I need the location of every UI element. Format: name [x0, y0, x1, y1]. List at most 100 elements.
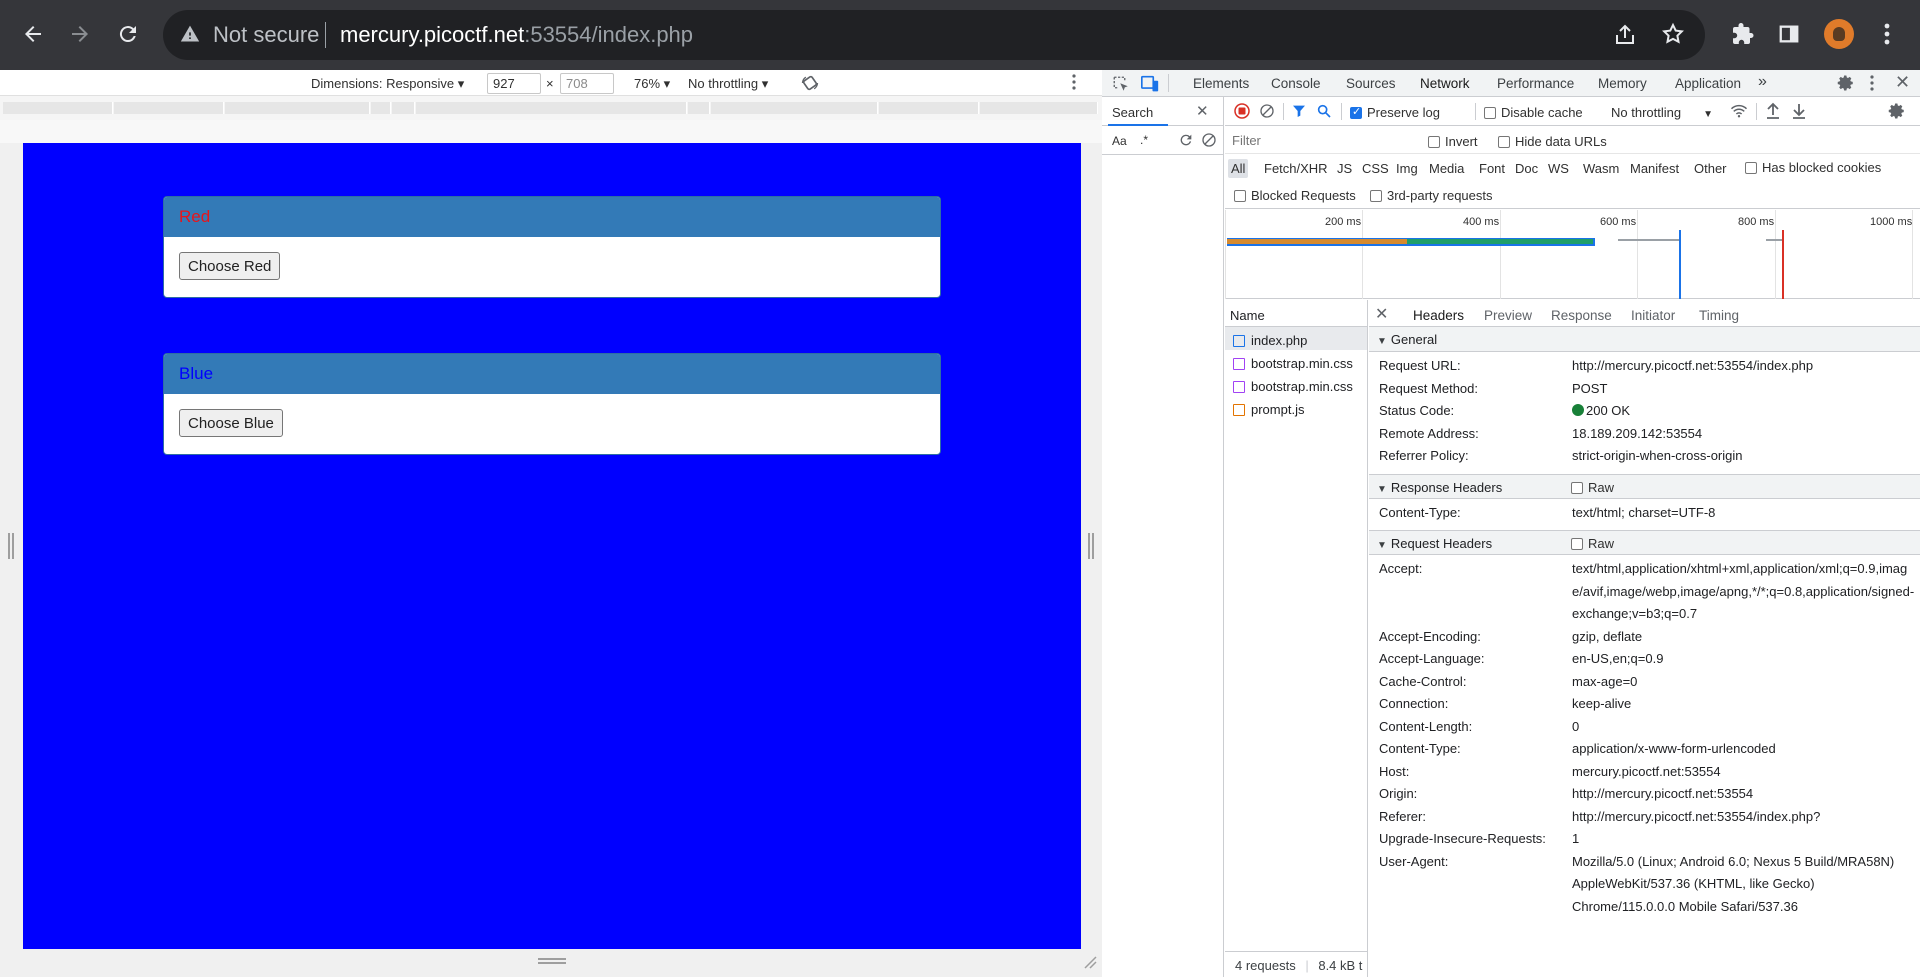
corner-resize-handle[interactable] [1083, 955, 1097, 969]
third-party-checkbox[interactable]: 3rd-party requests [1370, 188, 1493, 203]
has-blocked-cookies-checkbox[interactable]: Has blocked cookies [1745, 160, 1881, 175]
preserve-log-checkbox[interactable]: Preserve log [1350, 105, 1440, 120]
request-row[interactable]: index.php [1225, 327, 1367, 350]
menu-kebab-icon[interactable] [1870, 17, 1904, 51]
dimensions-select[interactable]: Dimensions: Responsive ▾ [311, 76, 464, 92]
tab-performance[interactable]: Performance [1497, 76, 1574, 91]
network-toolbar: Preserve log Disable cache No throttling… [1225, 97, 1920, 126]
request-row[interactable]: bootstrap.min.css [1225, 350, 1367, 373]
close-search-icon[interactable]: ✕ [1196, 102, 1209, 120]
response-raw-checkbox[interactable]: Raw [1571, 480, 1614, 495]
tab-headers[interactable]: Headers [1406, 308, 1471, 330]
tick-label: 800 ms [1738, 216, 1775, 228]
warning-triangle-icon[interactable] [180, 24, 200, 47]
request-headers-section-header[interactable]: ▼ Request Headers Raw [1369, 530, 1920, 555]
side-panel-icon[interactable] [1772, 17, 1806, 51]
tab-timing[interactable]: Timing [1699, 308, 1739, 323]
address-bar[interactable]: Not secure mercury.picoctf.net:53554/ind… [163, 10, 1705, 60]
clear-log-icon[interactable] [1259, 103, 1275, 122]
match-case-icon[interactable]: Aa [1112, 134, 1127, 148]
refresh-search-icon[interactable] [1178, 132, 1194, 151]
tab-application[interactable]: Application [1675, 76, 1741, 91]
record-stop-icon[interactable] [1234, 103, 1250, 122]
type-doc[interactable]: Doc [1515, 161, 1538, 176]
request-row[interactable]: bootstrap.min.css [1225, 373, 1367, 396]
network-throttling-select[interactable]: No throttling ▼ [1611, 105, 1713, 120]
width-input[interactable] [487, 73, 541, 94]
type-js[interactable]: JS [1337, 161, 1352, 176]
avatar[interactable] [1822, 17, 1856, 51]
rotate-icon[interactable] [800, 73, 820, 96]
blocked-requests-checkbox[interactable]: Blocked Requests [1234, 188, 1356, 203]
type-wasm[interactable]: Wasm [1583, 161, 1619, 176]
more-tabs-chevron-icon[interactable]: » [1758, 73, 1767, 91]
bookmark-star-icon[interactable] [1661, 22, 1685, 49]
tab-elements[interactable]: Elements [1193, 76, 1249, 91]
tab-sources[interactable]: Sources [1346, 76, 1396, 91]
filter-funnel-icon[interactable] [1291, 103, 1307, 122]
header-row: Host: mercury.picoctf.net:53554 [1379, 763, 1721, 779]
type-css[interactable]: CSS [1362, 161, 1389, 176]
bottom-resize-handle[interactable] [538, 958, 566, 964]
type-other[interactable]: Other [1694, 161, 1727, 176]
share-icon[interactable] [1613, 23, 1637, 50]
close-details-icon[interactable]: ✕ [1375, 304, 1388, 324]
tab-initiator[interactable]: Initiator [1631, 308, 1675, 323]
response-headers-section-header[interactable]: ▼ Response Headers Raw [1369, 473, 1920, 499]
status-bar: 4 requests | 8.4 kB t [1225, 951, 1368, 977]
type-manifest[interactable]: Manifest [1630, 161, 1679, 176]
type-fetch-xhr[interactable]: Fetch/XHR [1264, 161, 1328, 176]
device-menu-kebab-icon[interactable] [1072, 74, 1076, 93]
network-overview-timeline[interactable]: 200 ms 400 ms 600 ms 800 ms 1000 ms [1225, 210, 1920, 299]
devtools-menu-kebab-icon[interactable] [1870, 75, 1874, 94]
import-har-icon[interactable] [1765, 102, 1781, 123]
left-resize-handle[interactable] [8, 533, 14, 559]
back-arrow-icon[interactable] [16, 17, 50, 51]
filter-input[interactable] [1230, 131, 1410, 150]
clear-search-icon[interactable] [1201, 132, 1217, 151]
settings-gear-icon[interactable] [1837, 74, 1855, 95]
general-section-header[interactable]: ▼ General [1369, 327, 1920, 352]
throttling-select[interactable]: No throttling ▾ [688, 76, 768, 92]
header-row: Content-Type: text/html; charset=UTF-8 [1379, 504, 1716, 520]
search-icon[interactable] [1316, 103, 1332, 122]
url-text[interactable]: mercury.picoctf.net:53554/index.php [340, 22, 693, 48]
choose-red-button[interactable]: Choose Red [179, 252, 281, 280]
tick-label: 200 ms [1325, 216, 1362, 228]
reload-icon[interactable] [111, 17, 145, 51]
zoom-select[interactable]: 76% ▾ [634, 76, 670, 92]
choose-blue-button[interactable]: Choose Blue [179, 409, 283, 437]
request-row[interactable]: prompt.js [1225, 396, 1367, 419]
tab-memory[interactable]: Memory [1598, 76, 1647, 91]
tab-preview[interactable]: Preview [1484, 308, 1532, 323]
export-har-icon[interactable] [1791, 102, 1807, 123]
height-input[interactable] [560, 73, 614, 94]
network-conditions-wifi-icon[interactable] [1730, 103, 1748, 122]
type-media[interactable]: Media [1429, 161, 1464, 176]
close-devtools-icon[interactable]: ✕ [1895, 72, 1910, 93]
type-ws[interactable]: WS [1548, 161, 1569, 176]
tab-network[interactable]: Network [1414, 76, 1475, 99]
name-column-header[interactable]: Name [1225, 300, 1367, 327]
device-toggle-icon[interactable] [1140, 75, 1160, 96]
media-query-bar[interactable] [0, 96, 1102, 120]
inspect-element-icon[interactable] [1112, 75, 1130, 96]
type-font[interactable]: Font [1479, 161, 1505, 176]
type-all[interactable]: All [1228, 159, 1249, 178]
network-settings-gear-icon[interactable] [1888, 102, 1906, 123]
tab-response[interactable]: Response [1551, 308, 1612, 323]
type-img[interactable]: Img [1396, 161, 1418, 176]
security-label[interactable]: Not secure [213, 22, 319, 48]
request-raw-checkbox[interactable]: Raw [1571, 536, 1614, 551]
devtools-tabbar: Elements Console Sources Network Perform… [1102, 70, 1920, 99]
extensions-puzzle-icon[interactable] [1726, 17, 1760, 51]
forward-arrow-icon[interactable] [63, 17, 97, 51]
red-panel-title: Red [164, 197, 940, 237]
search-tab[interactable]: Search [1112, 105, 1153, 120]
right-resize-handle[interactable] [1088, 533, 1094, 559]
disable-cache-checkbox[interactable]: Disable cache [1484, 105, 1583, 120]
regex-icon[interactable]: .* [1140, 133, 1148, 147]
tab-console[interactable]: Console [1271, 76, 1321, 91]
invert-checkbox[interactable]: Invert [1428, 134, 1478, 149]
hide-data-urls-checkbox[interactable]: Hide data URLs [1498, 134, 1607, 149]
